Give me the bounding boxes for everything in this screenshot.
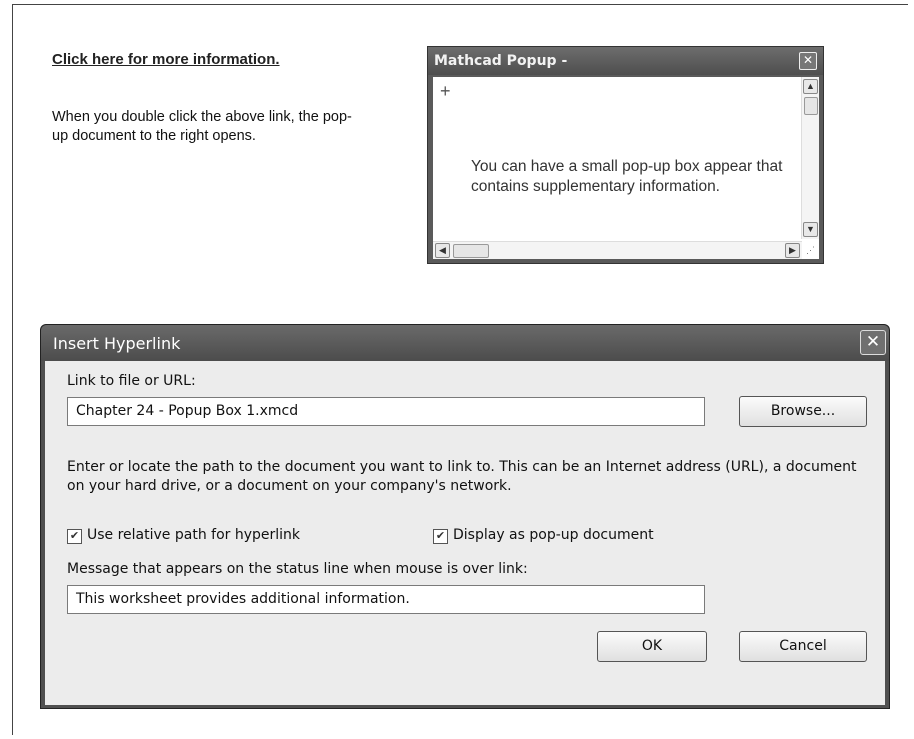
status-message-input[interactable]: This worksheet provides additional infor…: [67, 585, 705, 614]
scroll-up-icon[interactable]: ▲: [803, 79, 818, 94]
popup-body-text: You can have a small pop-up box appear t…: [471, 158, 783, 195]
dialog-title: Insert Hyperlink: [53, 334, 181, 353]
status-message-label: Message that appears on the status line …: [67, 561, 528, 577]
resize-grip-icon[interactable]: ⋰: [803, 243, 818, 258]
popup-document-label[interactable]: Display as pop-up document: [453, 527, 654, 543]
horizontal-scrollbar[interactable]: ◀ ▶: [433, 241, 802, 259]
relative-path-label[interactable]: Use relative path for hyperlink: [87, 527, 300, 543]
crosshair-cursor-icon: +: [440, 81, 451, 101]
more-info-hyperlink[interactable]: Click here for more information.: [52, 51, 280, 68]
close-icon[interactable]: ✕: [799, 52, 817, 70]
popup-content: + You can have a small pop-up box appear…: [433, 77, 819, 259]
cancel-button[interactable]: Cancel: [739, 631, 867, 662]
dialog-title-bar[interactable]: Insert Hyperlink ✕: [41, 325, 889, 361]
scroll-down-icon[interactable]: ▼: [803, 222, 818, 237]
worksheet-description: When you double click the above link, th…: [52, 109, 352, 144]
link-label: Link to file or URL:: [67, 373, 196, 389]
scroll-right-icon[interactable]: ▶: [785, 243, 800, 258]
link-url-input[interactable]: Chapter 24 - Popup Box 1.xmcd: [67, 397, 705, 426]
dialog-body: Link to file or URL: Chapter 24 - Popup …: [45, 361, 885, 705]
vertical-scrollbar[interactable]: ▲ ▼: [801, 77, 819, 239]
mathcad-popup-window: Mathcad Popup - ✕ + You can have a small…: [427, 46, 824, 264]
insert-hyperlink-dialog: Insert Hyperlink ✕ Link to file or URL: …: [40, 324, 890, 709]
ok-button[interactable]: OK: [597, 631, 707, 662]
dialog-close-button[interactable]: ✕: [860, 330, 886, 355]
scroll-left-icon[interactable]: ◀: [435, 243, 450, 258]
help-text: Enter or locate the path to the document…: [67, 459, 857, 494]
popup-document-checkbox[interactable]: ✔: [433, 529, 448, 544]
browse-button[interactable]: Browse...: [739, 396, 867, 427]
popup-title-bar[interactable]: Mathcad Popup - ✕: [428, 47, 823, 75]
popup-title: Mathcad Popup -: [434, 53, 568, 69]
relative-path-checkbox[interactable]: ✔: [67, 529, 82, 544]
horizontal-scroll-thumb[interactable]: [453, 244, 489, 258]
vertical-scroll-thumb[interactable]: [804, 97, 818, 115]
